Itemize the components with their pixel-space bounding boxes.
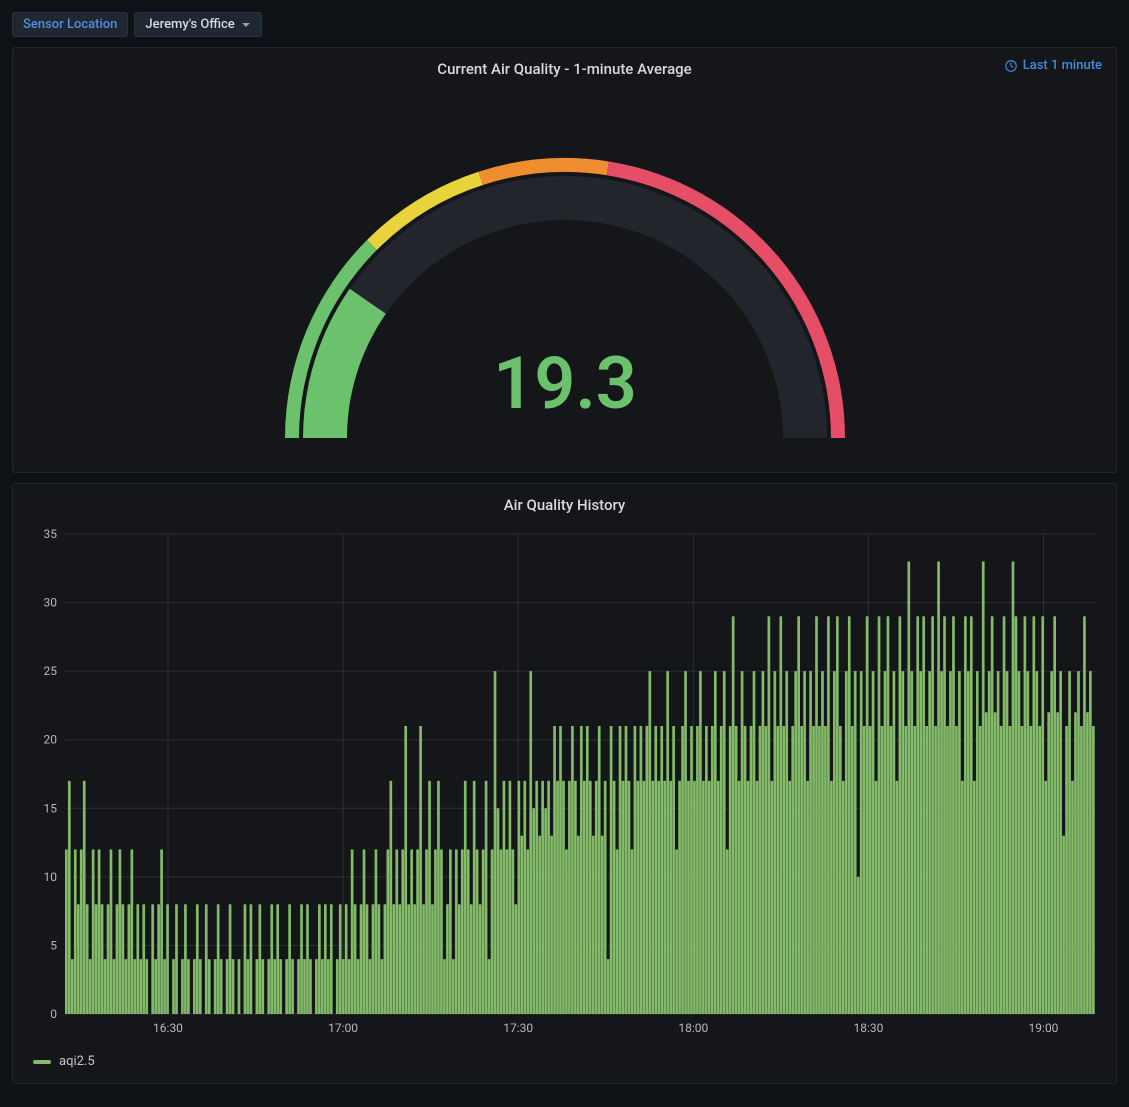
legend-label: aqi2.5 xyxy=(59,1054,95,1069)
history-chart[interactable]: 0 5 10 15 20 25 30 35 16:30 17:00 17:30 18:00 18:30 1… xyxy=(25,524,1105,1044)
legend-swatch xyxy=(33,1060,51,1064)
svg-text:0: 0 xyxy=(50,1007,57,1021)
gauge-value: 19.3 xyxy=(493,341,637,426)
svg-text:10: 10 xyxy=(44,870,58,884)
svg-text:35: 35 xyxy=(44,527,58,541)
variable-label-chip[interactable]: Sensor Location xyxy=(12,12,128,37)
variable-value: Jeremy's Office xyxy=(145,17,234,32)
gauge-panel: Last 1 minute Current Air Quality - 1-mi… xyxy=(12,47,1117,473)
timerange-label: Last 1 minute xyxy=(1023,58,1102,73)
svg-text:30: 30 xyxy=(44,596,58,610)
chart-legend[interactable]: aqi2.5 xyxy=(25,1048,1104,1069)
dashboard-variable-row: Sensor Location Jeremy's Office xyxy=(12,12,1117,37)
variable-value-dropdown[interactable]: Jeremy's Office xyxy=(134,12,261,37)
history-panel-title: Air Quality History xyxy=(25,496,1104,514)
gauge-panel-title: Current Air Quality - 1-minute Average xyxy=(25,60,1104,78)
clock-icon xyxy=(1004,59,1018,73)
svg-text:18:00: 18:00 xyxy=(678,1021,708,1035)
timerange-picker[interactable]: Last 1 minute xyxy=(1004,58,1102,73)
gauge-chart: 19.3 xyxy=(215,88,915,458)
variable-label: Sensor Location xyxy=(23,17,117,32)
chevron-down-icon xyxy=(241,20,251,30)
history-panel: Air Quality History 0 5 10 15 20 25 30 35 16:30 1… xyxy=(12,483,1117,1084)
svg-text:17:00: 17:00 xyxy=(328,1021,358,1035)
svg-text:25: 25 xyxy=(44,664,58,678)
svg-text:19:00: 19:00 xyxy=(1029,1021,1059,1035)
svg-text:20: 20 xyxy=(44,733,58,747)
svg-text:17:30: 17:30 xyxy=(503,1021,533,1035)
svg-text:16:30: 16:30 xyxy=(153,1021,183,1035)
svg-text:18:30: 18:30 xyxy=(853,1021,883,1035)
svg-text:5: 5 xyxy=(50,938,57,952)
svg-text:15: 15 xyxy=(44,801,58,815)
